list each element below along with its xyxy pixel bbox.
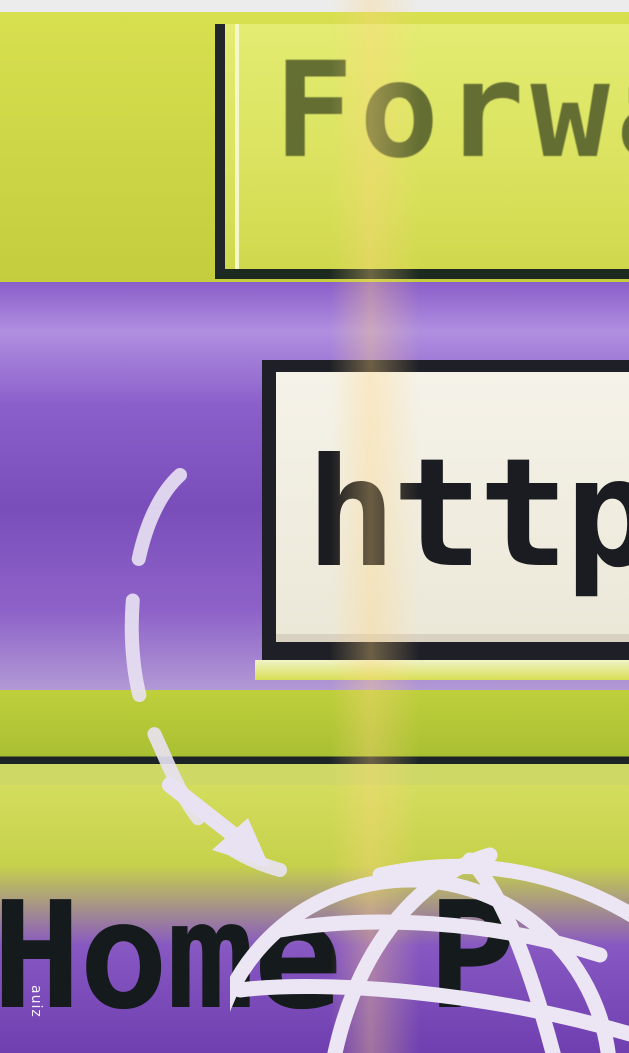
photo-stage: Forwa http : Home P auiz — [0, 0, 629, 1053]
top-border — [0, 0, 629, 12]
forward-button-bevel: Forwa — [235, 24, 629, 269]
forward-button: Forwa — [215, 24, 629, 279]
address-field-inner: http : — [276, 372, 629, 642]
photo-credit: auiz — [28, 985, 44, 1018]
forward-label: Forwa — [274, 34, 629, 188]
arrow-icon — [162, 777, 270, 868]
forward-panel: Forwa — [0, 12, 629, 282]
